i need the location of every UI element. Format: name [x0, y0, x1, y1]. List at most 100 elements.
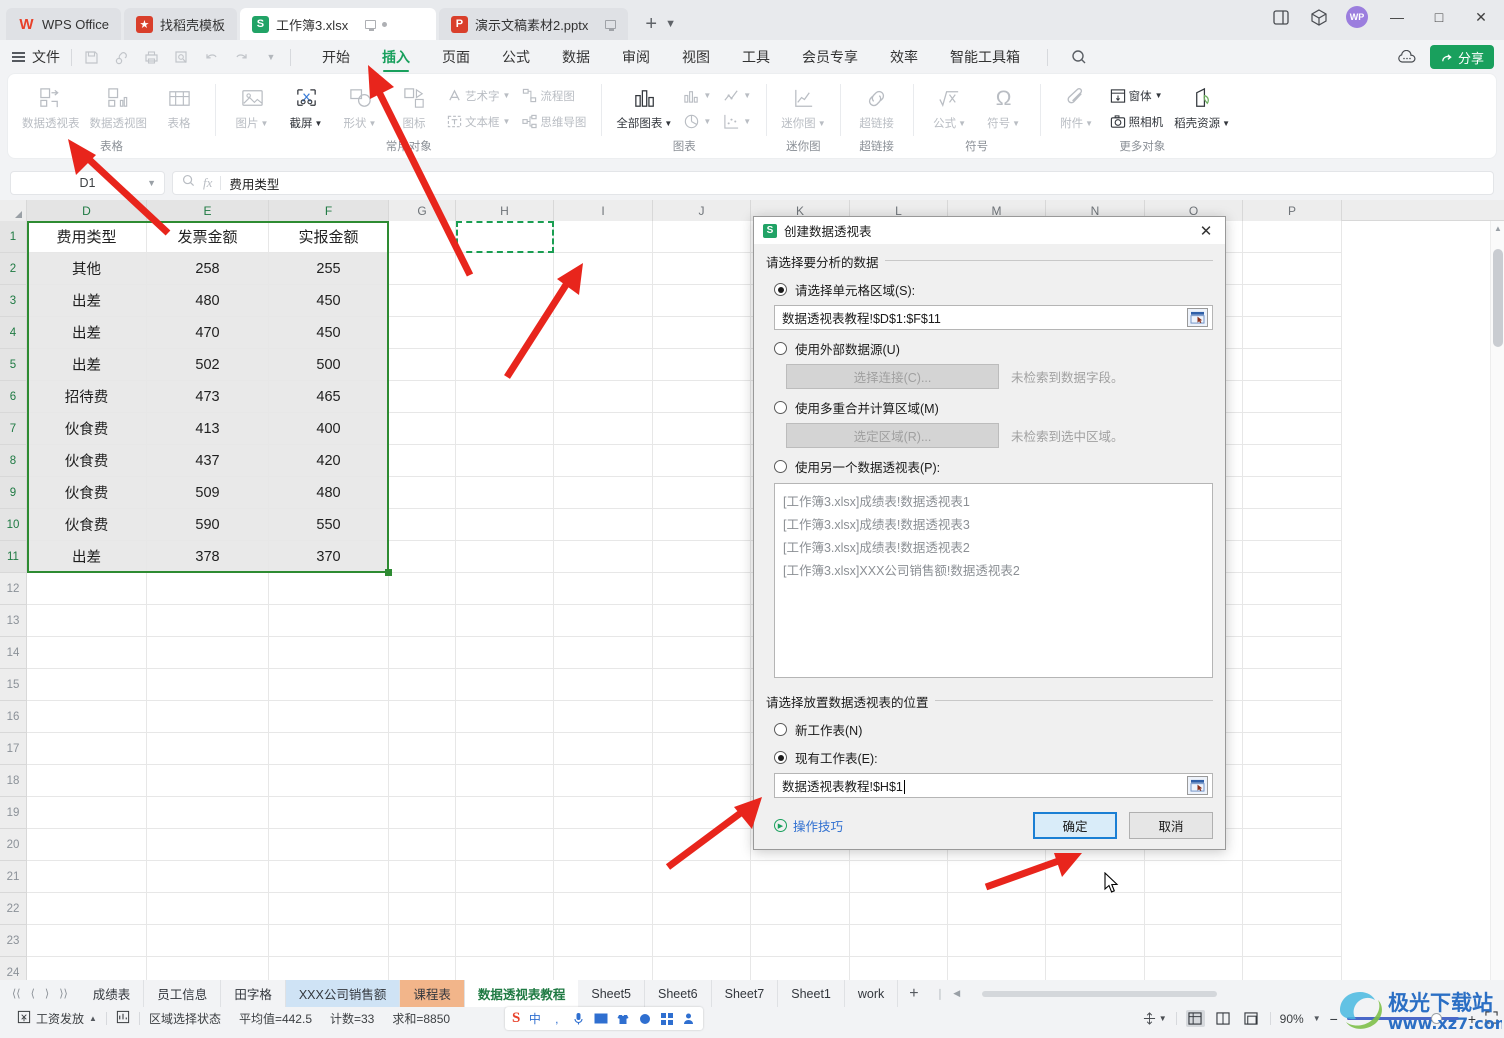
first-sheet-icon[interactable]: ⟨⟨	[12, 987, 21, 1000]
punctuation-icon[interactable]: ,	[549, 1012, 564, 1026]
page-layout-icon[interactable]	[1214, 1010, 1233, 1027]
cell-J15[interactable]	[653, 669, 751, 701]
row-header-12[interactable]: 12	[0, 573, 26, 605]
cell-P19[interactable]	[1243, 797, 1342, 829]
cell-O21[interactable]	[1145, 861, 1243, 893]
cell-I19[interactable]	[554, 797, 653, 829]
ribbon-tab-review[interactable]: 审阅	[606, 40, 666, 74]
cell-D15[interactable]	[27, 669, 147, 701]
textbox-button[interactable]: 文本框 ▼	[442, 109, 515, 134]
picture-button[interactable]: 图片 ▼	[226, 81, 278, 131]
sheet-tab-9[interactable]: Sheet7	[712, 980, 779, 1007]
radio-new-worksheet[interactable]: 新工作表(N)	[774, 720, 1213, 739]
cell-P21[interactable]	[1243, 861, 1342, 893]
cell-E6[interactable]: 473	[147, 381, 269, 413]
row-header-15[interactable]: 15	[0, 669, 26, 701]
cell-J24[interactable]	[653, 957, 751, 980]
cell-G23[interactable]	[389, 925, 456, 957]
cell-D2[interactable]: 其他	[27, 253, 147, 285]
row-header-8[interactable]: 8	[0, 445, 26, 477]
cell-F22[interactable]	[269, 893, 389, 925]
cell-H16[interactable]	[456, 701, 554, 733]
sheet-tab-1[interactable]: 成绩表	[80, 980, 145, 1007]
cell-J16[interactable]	[653, 701, 751, 733]
cell-E4[interactable]: 470	[147, 317, 269, 349]
sheet-tab-11[interactable]: work	[845, 980, 899, 1007]
cell-M22[interactable]	[948, 893, 1046, 925]
cell-G22[interactable]	[389, 893, 456, 925]
formula-button[interactable]: 公式 ▼	[924, 81, 976, 131]
cell-G1[interactable]	[389, 221, 456, 253]
sidebar-panel-icon[interactable]	[1270, 6, 1292, 28]
cell-F19[interactable]	[269, 797, 389, 829]
cell-P9[interactable]	[1243, 477, 1342, 509]
list-item[interactable]: [工作簿3.xlsx]成绩表!数据透视表3	[783, 514, 1204, 537]
cell-P17[interactable]	[1243, 733, 1342, 765]
list-item[interactable]: [工作簿3.xlsx]XXX公司销售额!数据透视表2	[783, 560, 1204, 583]
cell-P11[interactable]	[1243, 541, 1342, 573]
name-box[interactable]: D1 ▼	[10, 171, 165, 195]
cell-D22[interactable]	[27, 893, 147, 925]
zoom-in-button[interactable]: +	[1468, 1011, 1476, 1027]
window-close-button[interactable]: ✕	[1468, 6, 1494, 28]
row-header-21[interactable]: 21	[0, 861, 26, 893]
row-header-1[interactable]: 1	[0, 221, 26, 253]
cell-F14[interactable]	[269, 637, 389, 669]
cell-D21[interactable]	[27, 861, 147, 893]
cell-D11[interactable]: 出差	[27, 541, 147, 573]
vertical-scrollbar[interactable]: ▲	[1490, 221, 1504, 980]
docer-resource-button[interactable]: 稻壳资源 ▼	[1170, 81, 1234, 131]
ribbon-tab-member[interactable]: 会员专享	[786, 40, 874, 74]
app-tab-templates[interactable]: ★ 找稻壳模板	[123, 8, 237, 40]
row-header-10[interactable]: 10	[0, 509, 26, 541]
cell-G20[interactable]	[389, 829, 456, 861]
cell-E14[interactable]	[147, 637, 269, 669]
hyperlink-button[interactable]: 超链接	[851, 81, 903, 131]
cell-H22[interactable]	[456, 893, 554, 925]
mindmap-button[interactable]: 思维导图	[517, 109, 591, 134]
cell-J10[interactable]	[653, 509, 751, 541]
cell-F8[interactable]: 420	[269, 445, 389, 477]
cell-J11[interactable]	[653, 541, 751, 573]
cell-J22[interactable]	[653, 893, 751, 925]
cell-J1[interactable]	[653, 221, 751, 253]
cell-D1[interactable]: 费用类型	[27, 221, 147, 253]
zoom-chevron-icon[interactable]: ▼	[1313, 1014, 1321, 1023]
search-icon[interactable]	[1071, 49, 1087, 65]
cell-E21[interactable]	[147, 861, 269, 893]
row-header-23[interactable]: 23	[0, 925, 26, 957]
cell-F23[interactable]	[269, 925, 389, 957]
cell-F3[interactable]: 450	[269, 285, 389, 317]
present-icon[interactable]	[365, 19, 377, 31]
column-header-H[interactable]: H	[456, 200, 554, 221]
column-header-D[interactable]: D	[27, 200, 147, 221]
cell-E22[interactable]	[147, 893, 269, 925]
row-header-7[interactable]: 7	[0, 413, 26, 445]
row-header-16[interactable]: 16	[0, 701, 26, 733]
cell-F11[interactable]: 370	[269, 541, 389, 573]
sheet-tab-5[interactable]: 课程表	[400, 980, 465, 1007]
cell-F21[interactable]	[269, 861, 389, 893]
stats-button[interactable]	[107, 1010, 139, 1027]
cell-P16[interactable]	[1243, 701, 1342, 733]
redo-icon[interactable]	[233, 49, 249, 65]
cell-D8[interactable]: 伙食费	[27, 445, 147, 477]
cell-I7[interactable]	[554, 413, 653, 445]
column-header-G[interactable]: G	[389, 200, 456, 221]
cell-E12[interactable]	[147, 573, 269, 605]
sheet-tab-2[interactable]: 员工信息	[144, 980, 222, 1007]
app-tab-presentation2[interactable]: P 演示文稿素材2.pptx	[438, 8, 629, 40]
row-header-13[interactable]: 13	[0, 605, 26, 637]
form-button[interactable]: 窗体 ▼	[1105, 83, 1169, 108]
cell-I11[interactable]	[554, 541, 653, 573]
close-icon[interactable]: ✕	[1193, 220, 1219, 242]
cell-I5[interactable]	[554, 349, 653, 381]
link-icon[interactable]	[113, 49, 129, 65]
cell-K21[interactable]	[751, 861, 850, 893]
cell-D12[interactable]	[27, 573, 147, 605]
cell-E5[interactable]: 502	[147, 349, 269, 381]
cell-P12[interactable]	[1243, 573, 1342, 605]
all-charts-button[interactable]: 全部图表 ▼	[612, 81, 676, 131]
cell-H10[interactable]	[456, 509, 554, 541]
column-header-I[interactable]: I	[554, 200, 653, 221]
